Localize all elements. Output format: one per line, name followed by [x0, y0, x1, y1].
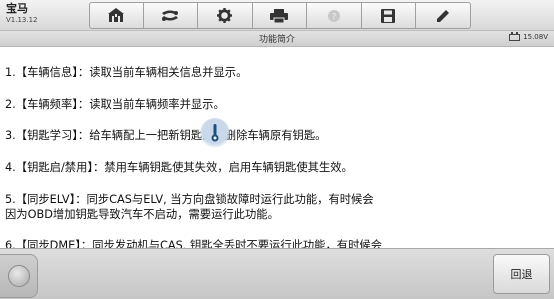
save-icon — [381, 8, 396, 23]
vehicle-name: 宝马 — [6, 2, 28, 15]
battery-status: 15.08V — [509, 31, 548, 41]
battery-icon — [509, 31, 521, 41]
pen-icon — [436, 9, 449, 22]
item-text: 6.【同步DME】：同步发动机与CAS, 钥匙全丢时不要运行此功能，有时候会 — [5, 239, 382, 248]
svg-text:?: ? — [331, 12, 336, 22]
item-text: 2.【车辆频率】：读取当前车辆频率并显示。 — [5, 98, 225, 111]
help-button[interactable]: ? — [307, 2, 362, 29]
home-icon — [108, 8, 125, 22]
title-bar: 功能简介 15.08V — [0, 31, 554, 47]
print-button[interactable] — [252, 2, 307, 29]
item-text: 5.【同步ELV】：同步CAS与ELV, 当方向盘锁故障时运行此功能，有时候会 — [5, 193, 374, 206]
toolbar-button-group: ? — [89, 2, 471, 29]
help-icon: ? — [327, 9, 340, 22]
gear-icon — [217, 8, 233, 23]
function-description-content[interactable]: 1.【车辆信息】：读取当前车辆相关信息并显示。 2.【车辆频率】：读取当前车辆频… — [0, 48, 554, 248]
list-item: 4.【钥匙启/禁用】：禁用车辆钥匙使其失效，启用车辆钥匙使其生效。 — [5, 160, 545, 175]
item-text: 3.【钥匙学习】：给车辆配上一把新钥匙或者删除车辆原有钥匙。 — [5, 129, 327, 142]
back-button[interactable]: 回退 — [493, 254, 550, 294]
item-text-continued: 因为OBD增加钥匙导致汽车不启动，需要运行此功能。 — [5, 208, 279, 221]
list-item: 1.【车辆信息】：读取当前车辆相关信息并显示。 — [5, 65, 545, 80]
printer-icon — [270, 8, 289, 23]
vehicle-info: 宝马 V1.13.12 — [6, 2, 86, 30]
list-item: 5.【同步ELV】：同步CAS与ELV, 当方向盘锁故障时运行此功能，有时候会 … — [5, 192, 545, 222]
round-button-icon — [7, 265, 30, 287]
loading-watermark — [200, 118, 230, 148]
save-button[interactable] — [361, 2, 416, 29]
settings-button[interactable] — [198, 2, 253, 29]
thermometer-icon — [211, 124, 219, 142]
bottom-bar: 回退 — [0, 248, 554, 299]
system-home-button[interactable] — [0, 254, 38, 298]
edit-button[interactable] — [416, 2, 471, 29]
software-version: V1.13.12 — [6, 16, 38, 24]
list-item: 3.【钥匙学习】：给车辆配上一把新钥匙或者删除车辆原有钥匙。 — [5, 128, 545, 143]
home-button[interactable] — [89, 2, 144, 29]
list-item: 6.【同步DME】：同步发动机与CAS, 钥匙全丢时不要运行此功能，有时候会 — [5, 238, 545, 248]
list-item: 2.【车辆频率】：读取当前车辆频率并显示。 — [5, 97, 545, 112]
item-text: 1.【车辆信息】：读取当前车辆相关信息并显示。 — [5, 66, 248, 79]
vehicle-swap-icon — [162, 10, 179, 21]
page-title: 功能简介 — [258, 35, 295, 45]
item-text: 4.【钥匙启/禁用】：禁用车辆钥匙使其失效，启用车辆钥匙使其生效。 — [5, 161, 353, 174]
top-toolbar: 宝马 V1.13.12 ? — [0, 0, 554, 31]
vehicle-swap-button[interactable] — [143, 2, 198, 29]
battery-voltage: 15.08V — [523, 33, 548, 41]
